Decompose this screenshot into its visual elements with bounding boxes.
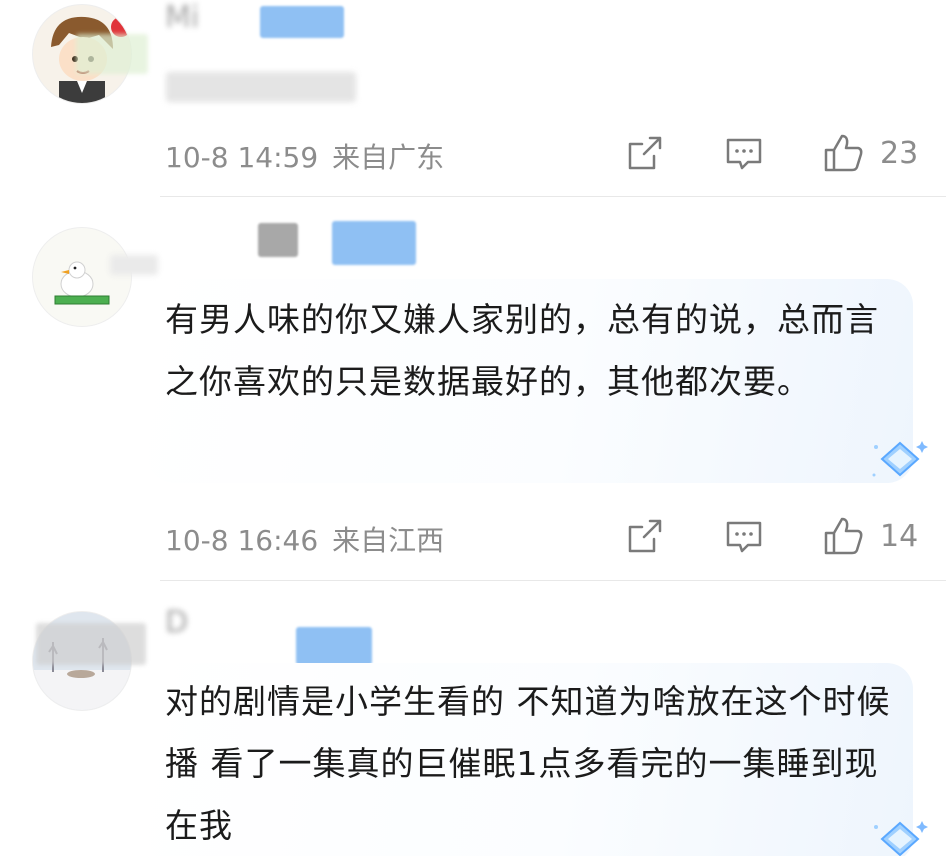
blurred-username	[296, 627, 372, 665]
comment-text: 对的剧情是小学生看的 不知道为啥放在这个时候播 看了一集真的巨催眠1点多看完的一…	[165, 682, 891, 845]
like-count: 14	[880, 519, 919, 554]
timestamp: 10-8 14:59	[165, 141, 319, 174]
comment-text: 有男人味的你又嫌人家别的，总有的说，总而言之你喜欢的只是数据最好的，其他都次要。	[165, 300, 879, 401]
username[interactable]: Mi	[165, 0, 199, 35]
share-icon[interactable]	[624, 517, 664, 557]
diamond-sparkle-icon	[872, 441, 928, 477]
blurred-avatar-overlay	[36, 623, 146, 665]
comment-item: 有男人味的你又嫌人家别的，总有的说，总而言之你喜欢的只是数据最好的，其他都次要。…	[0, 197, 946, 580]
blurred-badge	[332, 221, 416, 265]
blurred-badge	[76, 34, 148, 74]
comment-icon[interactable]	[724, 517, 764, 557]
share-icon[interactable]	[624, 134, 664, 174]
comment-feed: Mi 10-8 14:59 来自广东 23 有男人味的你又嫌人家别的，总有的说，…	[0, 0, 946, 856]
thumbs-up-icon[interactable]	[822, 515, 864, 557]
duck-avatar-icon	[33, 228, 131, 326]
blurred-username	[258, 223, 298, 257]
thumbs-up-icon[interactable]	[822, 132, 864, 174]
comment-item: Mi 10-8 14:59 来自广东 23	[0, 0, 946, 196]
avatar[interactable]	[32, 227, 132, 327]
location: 来自江西	[332, 524, 445, 557]
blurred-text	[110, 255, 158, 275]
comment-icon[interactable]	[724, 134, 764, 174]
username[interactable]: D	[165, 605, 188, 640]
comment-meta: 10-8 14:59 来自广东	[165, 136, 458, 176]
diamond-sparkle-icon	[874, 821, 928, 856]
comment-meta: 10-8 16:46 来自江西	[165, 519, 458, 559]
like-count: 23	[880, 136, 919, 171]
timestamp: 10-8 16:46	[165, 524, 319, 557]
blurred-username	[260, 6, 344, 38]
comment-item: D 对的剧情是小学生看的 不知道为啥放在这个时候播 看了一集真的巨催眠1点多看完…	[0, 581, 946, 856]
location: 来自广东	[332, 141, 445, 174]
blurred-text	[166, 72, 356, 102]
